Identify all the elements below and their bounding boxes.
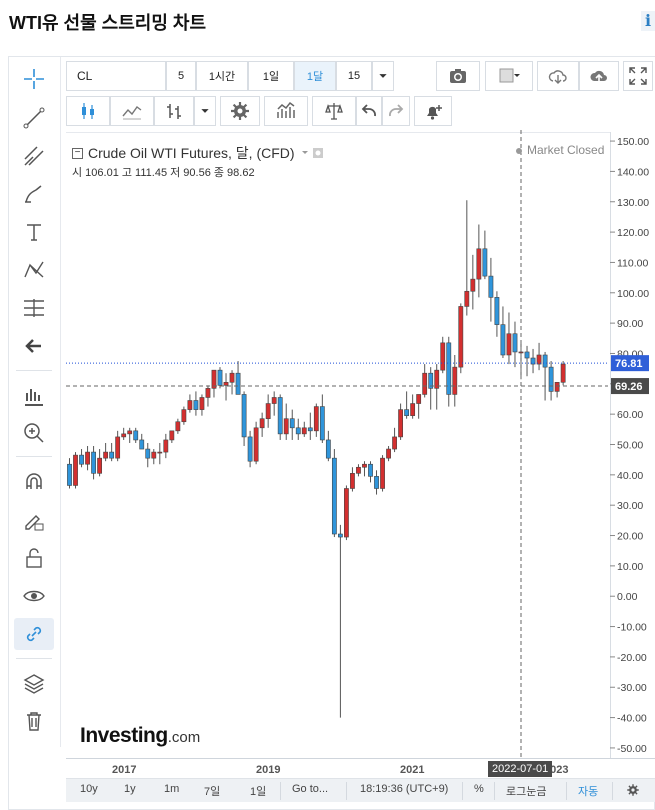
time-axis[interactable]: 2017 2019 2021 2023 2022-07-01 xyxy=(66,758,655,778)
candle-style-icon[interactable] xyxy=(66,96,110,126)
interval-1d-button[interactable]: 1일 xyxy=(248,61,294,91)
interval-15-button[interactable]: 15 xyxy=(336,61,372,91)
collapse-legend-icon[interactable]: − xyxy=(72,147,83,159)
line-style-icon[interactable] xyxy=(110,96,154,126)
bar-style-icon[interactable] xyxy=(154,96,194,126)
auto-scale-toggle[interactable]: 자동 xyxy=(578,783,598,799)
interval-5-button[interactable]: 5 xyxy=(166,61,196,91)
price-axis[interactable] xyxy=(610,132,655,758)
legend-settings-icon[interactable] xyxy=(300,147,328,159)
alert-bell-icon[interactable] xyxy=(414,96,452,126)
toolbar-divider xyxy=(16,370,52,371)
unlock-icon[interactable] xyxy=(14,542,54,574)
link-icon[interactable] xyxy=(14,618,54,650)
compare-scale-icon[interactable] xyxy=(312,96,356,126)
lock-pen-icon[interactable] xyxy=(14,504,54,536)
fullscreen-icon[interactable] xyxy=(623,61,653,91)
trend-line-tool-icon[interactable] xyxy=(14,102,54,134)
market-status: Market Closed xyxy=(516,143,604,157)
measure-tool-icon[interactable] xyxy=(14,380,54,412)
color-picker-button[interactable] xyxy=(485,61,533,91)
cloud-download-icon[interactable] xyxy=(537,61,579,91)
camera-icon[interactable] xyxy=(436,61,480,91)
trash-icon[interactable] xyxy=(14,705,54,737)
range-1m-button[interactable]: 1m xyxy=(164,783,179,795)
x-tick-label: 2017 xyxy=(112,764,137,776)
percent-toggle[interactable]: % xyxy=(474,783,484,795)
bottom-toolbar: 10y 1y 1m 7일 1일 Go to... 18:19:36 (UTC+9… xyxy=(66,778,655,802)
fib-tool-icon[interactable] xyxy=(14,292,54,324)
chart-plot-area[interactable] xyxy=(66,132,610,758)
toolbar-divider xyxy=(16,658,52,659)
undo-icon[interactable] xyxy=(356,96,382,126)
zoom-in-icon[interactable] xyxy=(14,417,54,449)
info-icon[interactable]: i xyxy=(641,11,655,31)
log-scale-toggle[interactable]: 로그눈금 xyxy=(506,783,546,799)
x-tick-label: 2021 xyxy=(400,764,425,776)
instrument-name: Crude Oil WTI Futures, 달, (CFD) xyxy=(88,145,295,161)
eye-icon[interactable] xyxy=(14,580,54,612)
symbol-input[interactable]: CL xyxy=(66,61,166,91)
ohlc-values: 시 106.01 고 111.45 저 90.56 종 98.62 xyxy=(72,167,255,179)
bottom-divider xyxy=(494,782,495,800)
pattern-tool-icon[interactable] xyxy=(14,254,54,286)
style-dropdown-button[interactable] xyxy=(194,96,216,126)
parallel-channel-tool-icon[interactable] xyxy=(14,140,54,172)
redo-icon[interactable] xyxy=(382,96,410,126)
clock-label: 18:19:36 (UTC+9) xyxy=(360,783,449,795)
bottom-divider xyxy=(612,782,613,800)
toolbar-divider xyxy=(16,456,52,457)
bottom-divider xyxy=(280,782,281,800)
back-arrow-icon[interactable] xyxy=(14,330,54,362)
magnet-icon[interactable] xyxy=(14,466,54,498)
range-7d-button[interactable]: 7일 xyxy=(204,783,220,799)
text-tool-icon[interactable] xyxy=(14,216,54,248)
chart-legend: − Crude Oil WTI Futures, 달, (CFD) xyxy=(72,143,328,163)
layers-icon[interactable] xyxy=(14,668,54,700)
page-title: WTI유 선물 스트리밍 차트 xyxy=(9,13,207,33)
indicators-icon[interactable] xyxy=(264,96,308,126)
bottom-divider xyxy=(346,782,347,800)
investing-logo: Investing.com xyxy=(80,724,201,747)
interval-1mo-button[interactable]: 1달 xyxy=(294,61,336,91)
bottom-divider xyxy=(462,782,463,800)
x-tick-label: 2019 xyxy=(256,764,281,776)
interval-1h-button[interactable]: 1시간 xyxy=(196,61,248,91)
goto-button[interactable]: Go to... xyxy=(292,783,328,795)
bottom-divider xyxy=(566,782,567,800)
crosshair-date-label: 2022-07-01 xyxy=(488,761,553,777)
interval-dropdown-button[interactable] xyxy=(372,61,394,91)
crosshair-tool-icon[interactable] xyxy=(14,63,54,95)
range-10y-button[interactable]: 10y xyxy=(80,783,98,795)
bottom-settings-icon[interactable] xyxy=(626,783,640,800)
range-1d-button[interactable]: 1일 xyxy=(250,783,266,799)
brush-tool-icon[interactable] xyxy=(14,178,54,210)
gear-icon[interactable] xyxy=(220,96,260,126)
range-1y-button[interactable]: 1y xyxy=(124,783,136,795)
cloud-upload-icon[interactable] xyxy=(579,61,619,91)
